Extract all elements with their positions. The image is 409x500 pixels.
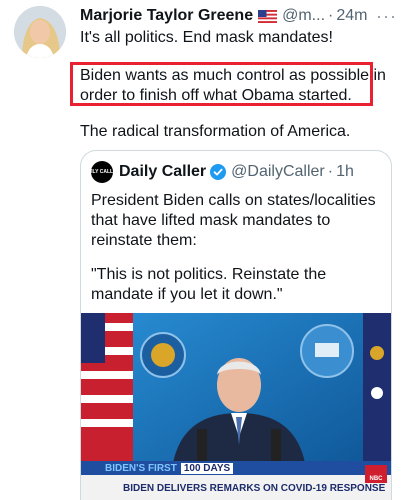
lower-third-days-label: 100 DAYS	[180, 462, 234, 474]
author-avatar[interactable]	[14, 6, 66, 58]
lower-third-series-label: BIDEN'S FIRST	[105, 462, 177, 474]
video-thumbnail[interactable]: BIDEN'S FIRST 100 DAYS BIDEN DELIVERS RE…	[81, 313, 391, 500]
lower-third-headline: BIDEN DELIVERS REMARKS ON COVID-19 RESPO…	[81, 475, 391, 500]
quoted-text-line-4: "This is not politics. Reinstate the	[91, 266, 327, 283]
us-flag-icon	[258, 9, 278, 23]
quoted-tweet-header: DAILY CALLER Daily Caller @DailyCaller ·…	[84, 161, 354, 183]
quoted-author-avatar[interactable]: DAILY CALLER	[84, 161, 120, 183]
tweet-timestamp[interactable]: 24m	[336, 7, 367, 25]
verified-badge-icon	[210, 164, 227, 180]
tweet-text-line-1: It's all politics. End mask mandates!	[80, 29, 333, 46]
separator-dot: ·	[328, 7, 334, 24]
quoted-timestamp[interactable]: 1h	[336, 163, 354, 181]
quoted-author-handle[interactable]: @DailyCaller	[231, 163, 325, 181]
highlighted-text: Biden wants as much control as possible …	[80, 66, 386, 106]
quoted-text-line-1: President Biden calls on states/localiti…	[91, 192, 376, 209]
quoted-text-line-2: that have lifted mask mandates to	[91, 212, 331, 229]
quoted-separator-dot: ·	[327, 163, 334, 180]
tweet-header: Marjorie Taylor Greene @m... · 24m ···	[80, 4, 401, 28]
quoted-text-line-5: mandate if you let it down."	[91, 286, 283, 303]
author-handle[interactable]: @m...	[282, 7, 325, 25]
quoted-text-line-3: reinstate them:	[91, 232, 197, 249]
lower-third-top: BIDEN'S FIRST 100 DAYS	[81, 461, 391, 475]
more-options-icon[interactable]: ···	[376, 6, 397, 27]
nbc-logo: NBC	[365, 465, 387, 483]
quoted-author-name[interactable]: Daily Caller	[119, 163, 206, 181]
tweet-text-line-3: The radical transformation of America.	[80, 123, 351, 140]
quoted-tweet[interactable]: DAILY CALLER Daily Caller @DailyCaller ·…	[80, 150, 392, 500]
highlighted-text-line-1: Biden wants as much control as possible …	[80, 67, 386, 84]
author-name[interactable]: Marjorie Taylor Greene	[80, 7, 253, 25]
author-avatar-image	[14, 6, 66, 58]
highlighted-text-line-2: order to finish off what Obama started.	[80, 87, 352, 104]
